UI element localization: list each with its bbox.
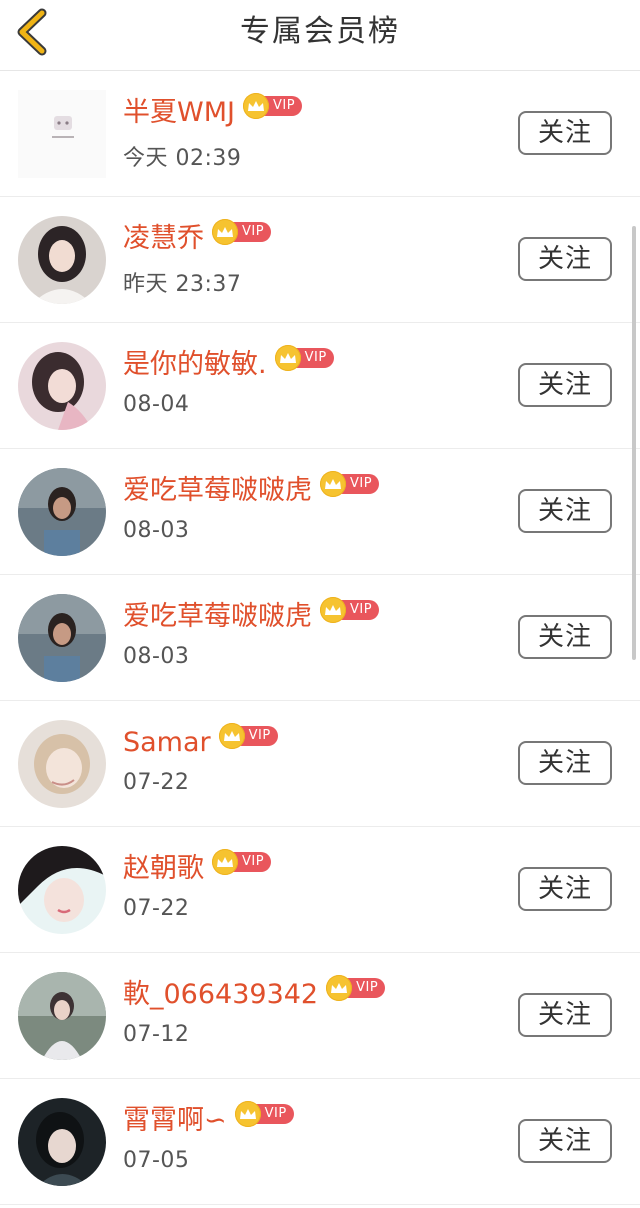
vip-badge: VIP <box>326 975 386 1001</box>
visit-time: 07-22 <box>123 896 190 921</box>
vip-badge: VIP <box>274 345 334 371</box>
crown-icon <box>212 219 238 245</box>
list-item[interactable]: 是你的敏敏. VIP 08-04 关注 <box>0 323 640 449</box>
list-item[interactable]: 霄霄啊∽ VIP 07-05 关注 <box>0 1079 640 1205</box>
member-name[interactable]: 是你的敏敏. <box>123 343 267 387</box>
visit-time: 07-05 <box>123 1148 190 1173</box>
visit-time: 昨天 23:37 <box>123 272 242 297</box>
follow-button[interactable]: 关注 <box>518 741 612 785</box>
vip-badge: VIP <box>212 219 272 245</box>
member-name[interactable]: 爱吃草莓啵啵虎 <box>123 469 312 513</box>
list-item[interactable]: 爱吃草莓啵啵虎 VIP 08-03 关注 <box>0 449 640 575</box>
visit-time: 07-12 <box>123 1022 190 1047</box>
crown-icon <box>242 93 269 119</box>
avatar[interactable] <box>18 468 106 556</box>
avatar[interactable] <box>18 972 106 1060</box>
member-name[interactable]: 爱吃草莓啵啵虎 <box>123 595 312 639</box>
member-name[interactable]: 赵朝歌 <box>123 847 204 891</box>
member-name[interactable]: Samar <box>123 721 211 765</box>
visit-time: 今天 02:39 <box>123 146 242 171</box>
crown-icon <box>320 597 346 623</box>
follow-button[interactable]: 关注 <box>518 489 612 533</box>
crown-icon <box>320 471 346 497</box>
vip-badge: VIP <box>212 849 272 875</box>
avatar[interactable] <box>18 1098 106 1186</box>
follow-button[interactable]: 关注 <box>518 993 612 1037</box>
avatar[interactable] <box>18 846 106 934</box>
follow-button[interactable]: 关注 <box>518 867 612 911</box>
follow-button[interactable]: 关注 <box>518 615 612 659</box>
avatar[interactable] <box>18 90 106 178</box>
list-item[interactable]: 爱吃草莓啵啵虎 VIP 08-03 关注 <box>0 575 640 701</box>
follow-button[interactable]: 关注 <box>518 1119 612 1163</box>
crown-icon <box>234 1101 261 1127</box>
follow-button[interactable]: 关注 <box>518 363 612 407</box>
visit-time: 07-22 <box>123 770 190 795</box>
list-item[interactable]: Samar VIP 07-22 关注 <box>0 701 640 827</box>
crown-icon <box>218 723 245 749</box>
vip-badge: VIP <box>234 1101 294 1127</box>
avatar[interactable] <box>18 216 106 304</box>
visit-time: 08-03 <box>123 518 190 543</box>
crown-icon <box>274 345 301 371</box>
crown-icon <box>326 975 353 1001</box>
scrollbar[interactable] <box>632 226 636 660</box>
page-title: 专属会员榜 <box>240 14 400 49</box>
vip-badge: VIP <box>242 93 303 119</box>
list-item[interactable]: 凌慧乔 VIP 昨天 23:37 关注 <box>0 197 640 323</box>
member-name[interactable]: 凌慧乔 <box>123 217 204 261</box>
list-item[interactable]: 軟_066439342 VIP 07-12 关注 <box>0 953 640 1079</box>
member-list: 半夏WMJ VIP 今天 02:39 关注 凌慧乔 VIP 昨天 23:37 关… <box>0 71 640 1205</box>
list-item[interactable]: 赵朝歌 VIP 07-22 关注 <box>0 827 640 953</box>
vip-badge: VIP <box>218 723 278 749</box>
avatar[interactable] <box>18 720 106 808</box>
avatar[interactable] <box>18 342 106 430</box>
follow-button[interactable]: 关注 <box>518 111 612 155</box>
member-name[interactable]: 霄霄啊∽ <box>123 1099 227 1143</box>
vip-badge: VIP <box>320 471 380 497</box>
list-item[interactable]: 半夏WMJ VIP 今天 02:39 关注 <box>0 71 640 197</box>
avatar[interactable] <box>18 594 106 682</box>
member-name[interactable]: 軟_066439342 <box>123 973 318 1017</box>
member-name[interactable]: 半夏WMJ <box>123 91 235 135</box>
follow-button[interactable]: 关注 <box>518 237 612 281</box>
top-bar: 专属会员榜 <box>0 0 640 71</box>
visit-time: 08-03 <box>123 644 190 669</box>
vip-badge: VIP <box>320 597 380 623</box>
crown-icon <box>212 849 238 875</box>
visit-time: 08-04 <box>123 392 190 417</box>
